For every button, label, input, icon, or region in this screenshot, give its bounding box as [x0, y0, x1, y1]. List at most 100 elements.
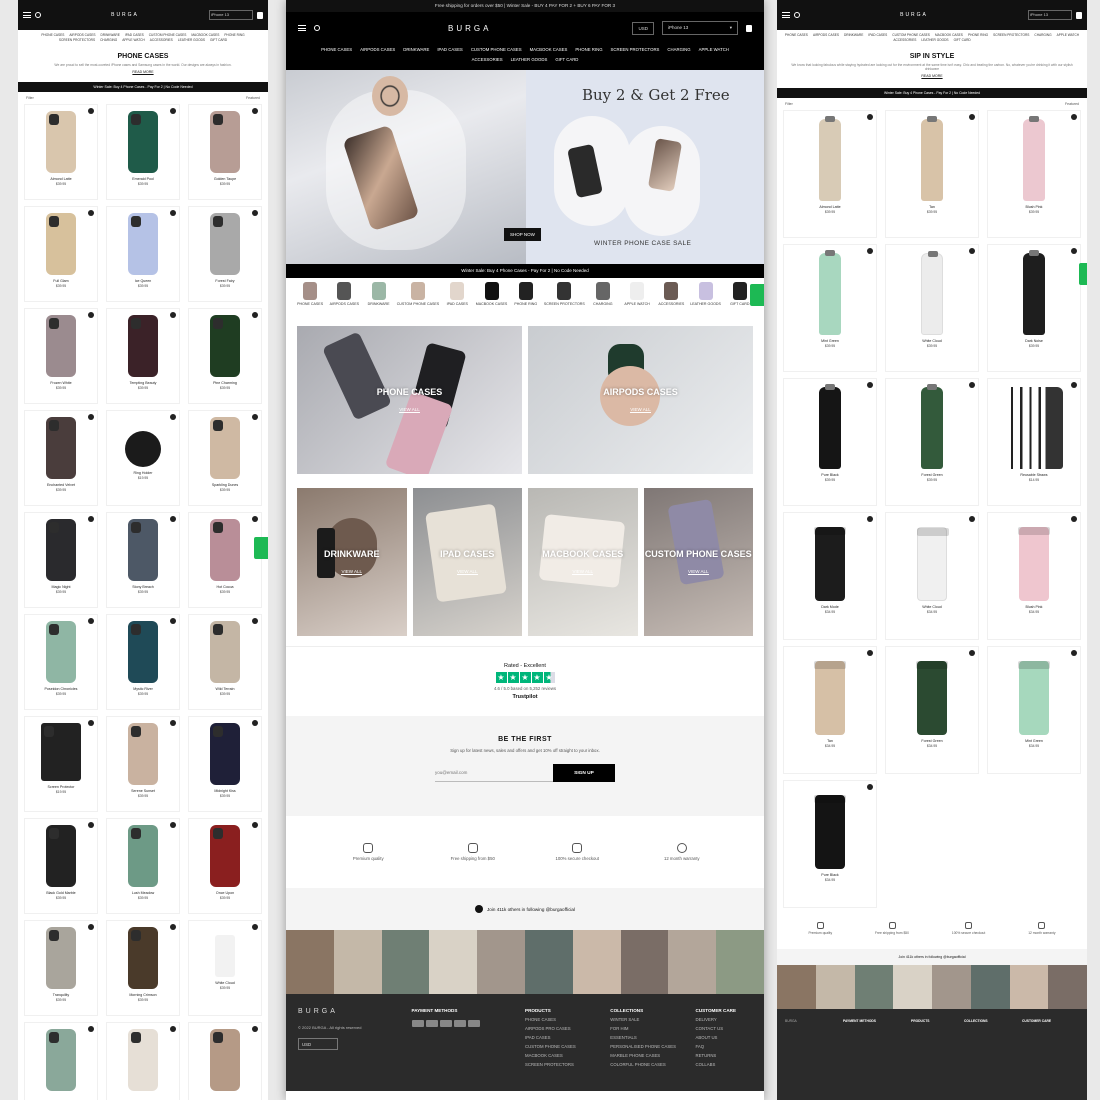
- product-card[interactable]: Golden Taupe $39.95: [188, 104, 262, 200]
- product-card[interactable]: [188, 1022, 262, 1100]
- wishlist-icon[interactable]: [969, 248, 975, 254]
- tile-airpods-cases[interactable]: AIRPODS CASES VIEW ALL: [528, 326, 753, 474]
- wishlist-icon[interactable]: [1071, 114, 1077, 120]
- product-card[interactable]: Mint Green $39.95: [783, 244, 877, 372]
- instagram-photo-strip[interactable]: [286, 930, 764, 994]
- nav-item[interactable]: DRINKWARE: [403, 47, 429, 54]
- product-card[interactable]: Poseidon Chronicles $39.95: [24, 614, 98, 710]
- tile-phone-cases[interactable]: PHONE CASES VIEW ALL: [297, 326, 522, 474]
- device-select[interactable]: iPhone 13 ▾: [662, 21, 738, 35]
- wishlist-icon[interactable]: [88, 108, 94, 114]
- product-card[interactable]: Morning Crimson $39.95: [106, 920, 180, 1016]
- product-card[interactable]: Tempting Beauty $39.95: [106, 308, 180, 404]
- wishlist-icon[interactable]: [867, 382, 873, 388]
- product-card[interactable]: Black Gold Marble $39.95: [24, 818, 98, 914]
- wishlist-icon[interactable]: [170, 516, 176, 522]
- category-item[interactable]: APPLE WATCH: [621, 282, 653, 306]
- footer-link[interactable]: FAQ: [696, 1044, 752, 1049]
- product-card[interactable]: Mint Green $34.95: [987, 646, 1081, 774]
- side-tab[interactable]: [1079, 263, 1087, 285]
- footer-link[interactable]: PHONE CASES: [525, 1017, 600, 1022]
- product-card[interactable]: Blush Pink $39.95: [987, 110, 1081, 238]
- wishlist-icon[interactable]: [170, 924, 176, 930]
- footer-currency-select[interactable]: USD: [298, 1038, 338, 1050]
- filter-button[interactable]: Filter: [785, 102, 793, 106]
- cart-icon[interactable]: [1076, 11, 1082, 19]
- product-card[interactable]: Serene Sunset $39.95: [106, 716, 180, 812]
- product-card[interactable]: Dark Noise $39.95: [987, 244, 1081, 372]
- nav-item[interactable]: PHONE CASES: [785, 33, 808, 37]
- category-item[interactable]: CHARGING: [587, 282, 619, 306]
- nav-item[interactable]: SCREEN PROTECTORS: [993, 33, 1029, 37]
- wishlist-icon[interactable]: [170, 822, 176, 828]
- nav-item[interactable]: AIRPODS CASES: [69, 33, 95, 37]
- sort-select[interactable]: Featured: [1065, 102, 1079, 106]
- read-more-link[interactable]: READ MORE: [18, 70, 268, 74]
- wishlist-icon[interactable]: [252, 312, 258, 318]
- wishlist-icon[interactable]: [170, 618, 176, 624]
- wishlist-icon[interactable]: [252, 516, 258, 522]
- nav-item[interactable]: ACCESSORIES: [472, 57, 503, 64]
- side-tab[interactable]: [254, 537, 268, 559]
- wishlist-icon[interactable]: [170, 414, 176, 420]
- category-item[interactable]: DRINKWARE: [362, 282, 394, 306]
- nav-item[interactable]: SCREEN PROTECTORS: [611, 47, 660, 54]
- nav-item[interactable]: PHONE CASES: [41, 33, 64, 37]
- wishlist-icon[interactable]: [252, 1026, 258, 1032]
- menu-icon[interactable]: [23, 12, 31, 18]
- category-item[interactable]: ACCESSORIES: [655, 282, 687, 306]
- product-card[interactable]: Full Glam $39.95: [24, 206, 98, 302]
- cart-icon[interactable]: [257, 11, 263, 19]
- product-card[interactable]: Pure Black $39.95: [783, 378, 877, 506]
- wishlist-icon[interactable]: [170, 210, 176, 216]
- product-card[interactable]: White Cloud $39.95: [885, 244, 979, 372]
- nav-item[interactable]: MACBOOK CASES: [191, 33, 219, 37]
- wishlist-icon[interactable]: [88, 414, 94, 420]
- wishlist-icon[interactable]: [252, 108, 258, 114]
- product-card[interactable]: Wild Terrain $39.95: [188, 614, 262, 710]
- product-card[interactable]: Midnight Kiss $39.95: [188, 716, 262, 812]
- product-card[interactable]: Pine Charming $39.95: [188, 308, 262, 404]
- product-card[interactable]: Blush Pink $34.95: [987, 512, 1081, 640]
- side-tab[interactable]: [750, 284, 764, 306]
- footer-link[interactable]: SCREEN PROTECTORS: [525, 1062, 600, 1067]
- product-card[interactable]: Enchanted Velvet $39.95: [24, 410, 98, 506]
- product-card[interactable]: [24, 1022, 98, 1100]
- wishlist-icon[interactable]: [867, 516, 873, 522]
- search-icon[interactable]: [314, 25, 320, 31]
- nav-item[interactable]: IPAD CASES: [437, 47, 462, 54]
- wishlist-icon[interactable]: [88, 618, 94, 624]
- category-item[interactable]: CUSTOM PHONE CASES: [397, 282, 439, 306]
- product-card[interactable]: Tan $34.95: [783, 646, 877, 774]
- trustpilot-widget[interactable]: Rated - Excellent ★ ★ ★ ★ ★ 4.6 / 5.0 based …: [286, 646, 764, 716]
- product-card[interactable]: White Cloud $34.95: [885, 512, 979, 640]
- currency-select[interactable]: USD: [632, 21, 654, 35]
- footer-link[interactable]: CUSTOM PHONE CASES: [525, 1044, 600, 1049]
- nav-item[interactable]: ACCESSORIES: [893, 38, 916, 42]
- wishlist-icon[interactable]: [969, 516, 975, 522]
- nav-item[interactable]: GIFT CARD: [555, 57, 578, 64]
- wishlist-icon[interactable]: [969, 114, 975, 120]
- view-all-link[interactable]: VIEW ALL: [687, 569, 709, 575]
- nav-item[interactable]: DRINKWARE: [100, 33, 119, 37]
- footer-logo[interactable]: BURGA: [298, 1008, 402, 1015]
- footer-link[interactable]: ABOUT US: [696, 1035, 752, 1040]
- wishlist-icon[interactable]: [867, 784, 873, 790]
- footer-link[interactable]: DELIVERY: [696, 1017, 752, 1022]
- wishlist-icon[interactable]: [170, 1026, 176, 1032]
- product-card[interactable]: Forest Green $39.95: [885, 378, 979, 506]
- sign-up-button[interactable]: SIGN UP: [553, 764, 615, 782]
- view-all-link[interactable]: VIEW ALL: [341, 569, 362, 575]
- wishlist-icon[interactable]: [1071, 516, 1077, 522]
- product-card[interactable]: Sparkling Dunes $39.95: [188, 410, 262, 506]
- product-card[interactable]: Almond Latte $39.95: [783, 110, 877, 238]
- nav-item[interactable]: AIRPODS CASES: [360, 47, 395, 54]
- filter-button[interactable]: Filter: [26, 96, 34, 100]
- footer-link[interactable]: COLLABS: [696, 1062, 752, 1067]
- nav-item[interactable]: ACCESSORIES: [150, 38, 173, 42]
- wishlist-icon[interactable]: [1071, 650, 1077, 656]
- wishlist-icon[interactable]: [867, 248, 873, 254]
- product-card[interactable]: Tranquility $39.95: [24, 920, 98, 1016]
- view-all-link[interactable]: VIEW ALL: [630, 407, 651, 413]
- sort-select[interactable]: Featured: [246, 96, 260, 100]
